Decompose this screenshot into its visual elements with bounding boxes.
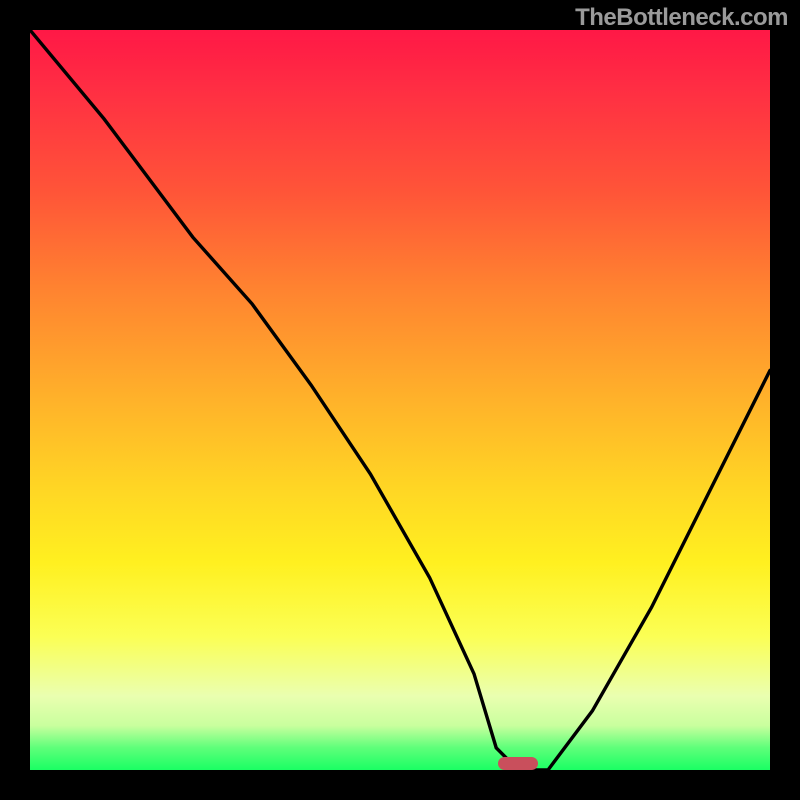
- curve-svg: [30, 30, 770, 770]
- bottleneck-curve: [30, 30, 770, 770]
- chart-frame: TheBottleneck.com: [0, 0, 800, 800]
- watermark-label: TheBottleneck.com: [575, 4, 788, 32]
- optimal-marker: [498, 757, 538, 770]
- plot-area: [30, 30, 770, 770]
